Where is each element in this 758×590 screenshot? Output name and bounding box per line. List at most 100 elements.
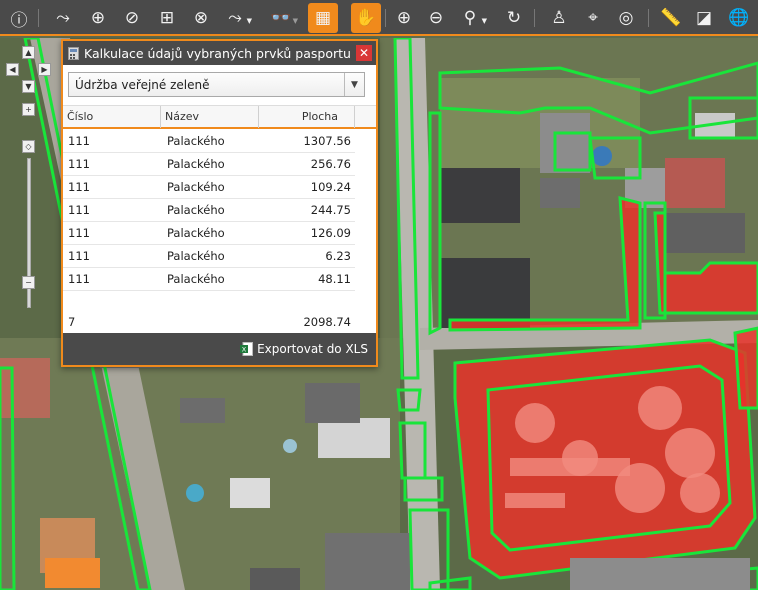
pan-up-button[interactable]: ▲: [22, 46, 35, 59]
cell-cislo: 111: [68, 134, 90, 148]
passport-type-select[interactable]: Údržba veřejné zeleně ▼: [68, 72, 365, 97]
main-toolbar: ⓘ ⤳ ⊕ ⊘ ⊞ ⊗ ⤳ ▼ 👓 ▼ ▦ ✋ ⊕ ⊖ ⚲ ▼ ↻ ♙ ⌖ ◎ 📏 ◪…: [0, 0, 758, 36]
excel-icon: X: [240, 342, 254, 356]
table-row[interactable]: 111 Palackého 244.75: [63, 199, 355, 222]
map-settings-button[interactable]: 🌐: [724, 3, 754, 33]
cell-nazev: Palackého: [167, 157, 225, 171]
calculator-icon: ▦: [314, 8, 332, 28]
measure-distance-button[interactable]: 📏: [656, 3, 686, 33]
cell-cislo: 111: [68, 249, 90, 263]
chevron-down-icon: ▼: [292, 17, 298, 25]
zoom-in-control[interactable]: +: [22, 103, 35, 116]
location-pin-button[interactable]: ⌖: [578, 3, 608, 33]
street-view-icon: ♙: [551, 8, 567, 28]
toolbar-separator: [534, 9, 535, 27]
chevron-down-icon: ▼: [25, 82, 32, 91]
calculation-panel: Kalkulace údajů vybraných prvků pasportu…: [61, 39, 378, 367]
table-row[interactable]: 111 Palackého 48.11: [63, 268, 355, 291]
routing-tools-icon: ⤳: [228, 8, 242, 28]
summary-total: 2098.74: [303, 315, 351, 329]
minus-icon: −: [25, 278, 32, 287]
binoculars-icon: 👓: [270, 8, 292, 28]
table-row[interactable]: 111 Palackého 1307.56: [63, 130, 355, 153]
pan-hand-icon: ✋: [355, 8, 377, 28]
cell-plocha: 6.23: [325, 249, 351, 263]
panel-title: Kalkulace údajů vybraných prvků pasportu: [84, 45, 351, 61]
table-row[interactable]: 111 Palackého 109.24: [63, 176, 355, 199]
export-xls-label: Exportovat do XLS: [257, 342, 368, 356]
measure-area-button[interactable]: ◪: [689, 3, 719, 33]
zoom-slider-handle[interactable]: ◇: [22, 140, 35, 153]
add-polygon-icon: ⊞: [159, 8, 175, 28]
zoom-in-button[interactable]: ⊕: [389, 3, 419, 33]
search-dropdown[interactable]: ⚲ ▼: [455, 3, 487, 33]
add-line-icon: ⊘: [124, 8, 140, 28]
cell-plocha: 48.11: [318, 272, 351, 286]
chevron-down-icon: ▼: [246, 17, 252, 25]
refresh-icon: ↻: [506, 8, 522, 28]
routing-tools-dropdown[interactable]: ⤳ ▼: [220, 3, 252, 33]
toolbar-separator: [385, 9, 386, 27]
pan-button[interactable]: ✋: [351, 3, 381, 33]
panel-header[interactable]: Kalkulace údajů vybraných prvků pasportu…: [63, 41, 376, 65]
cell-nazev: Palackého: [167, 134, 225, 148]
globe-settings-icon: 🌐: [728, 8, 750, 28]
info-button[interactable]: ⓘ: [4, 3, 34, 33]
table-row[interactable]: 111 Palackého 6.23: [63, 245, 355, 268]
column-header-nazev[interactable]: Název: [161, 106, 259, 128]
zoom-out-control[interactable]: −: [22, 276, 35, 289]
pan-down-button[interactable]: ▼: [22, 80, 35, 93]
binoculars-dropdown[interactable]: 👓 ▼: [266, 3, 298, 33]
summary-count: 7: [68, 315, 76, 329]
cell-plocha: 256.76: [310, 157, 351, 171]
cell-nazev: Palackého: [167, 226, 225, 240]
add-polygon-button[interactable]: ⊞: [152, 3, 182, 33]
route-button[interactable]: ⤳: [48, 3, 78, 33]
plus-icon: +: [25, 105, 32, 114]
add-point-icon: ⊕: [90, 8, 106, 28]
grid-summary-row: 7 2098.74: [63, 311, 376, 333]
route-icon: ⤳: [56, 8, 70, 28]
cell-cislo: 111: [68, 272, 90, 286]
chevron-right-icon: ▶: [41, 65, 48, 74]
svg-text:X: X: [242, 346, 247, 354]
chevron-down-icon[interactable]: ▼: [344, 73, 364, 96]
cell-nazev: Palackého: [167, 272, 225, 286]
close-button[interactable]: ✕: [356, 45, 372, 61]
grid-body: 111 Palackého 1307.56 111 Palackého 256.76 111…: [63, 130, 376, 291]
column-header-plocha[interactable]: Plocha: [259, 106, 355, 128]
cell-plocha: 244.75: [310, 203, 351, 217]
handle-icon: ◇: [25, 142, 32, 151]
ruler-icon: 📏: [660, 8, 682, 28]
calculator-icon: [68, 46, 79, 60]
search-icon: ⚲: [463, 8, 477, 28]
zoom-out-button[interactable]: ⊖: [421, 3, 451, 33]
calculator-button[interactable]: ▦: [308, 3, 338, 33]
column-header-cislo[interactable]: Číslo: [63, 106, 161, 128]
chevron-left-icon: ◀: [9, 65, 16, 74]
pan-right-button[interactable]: ▶: [38, 63, 51, 76]
delete-feature-button[interactable]: ⊗: [186, 3, 216, 33]
info-icon: ⓘ: [10, 10, 28, 31]
gps-button[interactable]: ◎: [611, 3, 641, 33]
street-view-button[interactable]: ♙: [544, 3, 574, 33]
table-row[interactable]: 111 Palackého 126.09: [63, 222, 355, 245]
chevron-down-icon: ▼: [481, 17, 487, 25]
add-point-button[interactable]: ⊕: [83, 3, 113, 33]
chevron-up-icon: ▲: [25, 48, 32, 57]
refresh-button[interactable]: ↻: [499, 3, 529, 33]
table-row[interactable]: 111 Palackého 256.76: [63, 153, 355, 176]
zoom-out-icon: ⊖: [428, 8, 444, 28]
cell-cislo: 111: [68, 157, 90, 171]
location-pin-icon: ⌖: [588, 8, 598, 28]
toolbar-separator: [648, 9, 649, 27]
cell-nazev: Palackého: [167, 203, 225, 217]
cell-plocha: 109.24: [310, 180, 351, 194]
select-value: Údržba veřejné zeleně: [75, 77, 210, 92]
pan-left-button[interactable]: ◀: [6, 63, 19, 76]
cell-nazev: Palackého: [167, 249, 225, 263]
export-xls-button[interactable]: X Exportovat do XLS: [240, 342, 368, 356]
close-icon: ✕: [358, 46, 370, 60]
cell-plocha: 1307.56: [303, 134, 351, 148]
add-line-button[interactable]: ⊘: [117, 3, 147, 33]
